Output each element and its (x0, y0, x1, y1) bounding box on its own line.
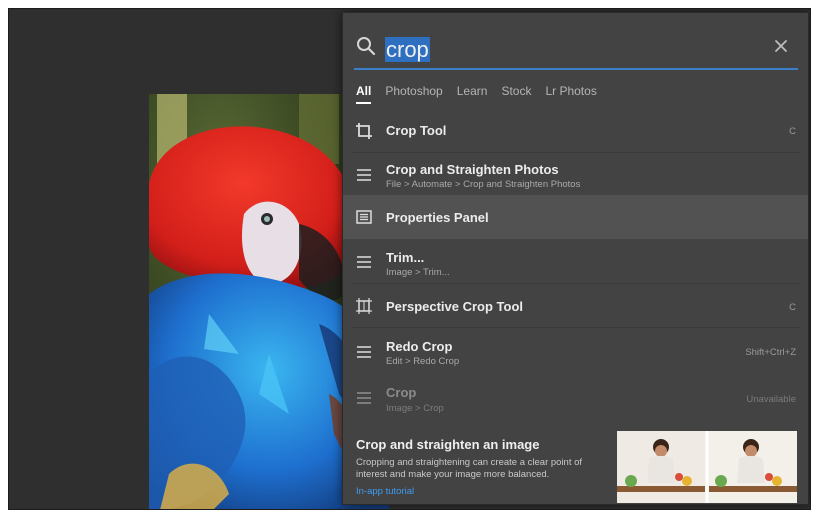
result-title: Trim... (386, 250, 425, 265)
photoshop-workspace: crop All Photoshop Learn Stock Lr Photos (8, 8, 811, 510)
search-bar: crop (343, 13, 808, 65)
menu-icon (355, 389, 373, 407)
search-input[interactable]: crop (384, 36, 431, 64)
result-shortcut: C (789, 302, 796, 313)
perspective-crop-icon (355, 297, 373, 315)
search-tabs: All Photoshop Learn Stock Lr Photos (356, 84, 611, 104)
result-perspective-crop-tool[interactable]: Perspective Crop Tool C (343, 284, 808, 328)
result-path: Image > Trim... (386, 267, 450, 278)
result-properties-panel[interactable]: Properties Panel (343, 195, 808, 239)
tab-photoshop[interactable]: Photoshop (385, 84, 442, 104)
tutorial-description: Cropping and straightening can create a … (356, 457, 583, 480)
result-title: Perspective Crop Tool (386, 299, 524, 314)
tab-lr-photos[interactable]: Lr Photos (545, 84, 596, 104)
result-title: Crop and Straighten Photos (386, 162, 559, 177)
tab-learn[interactable]: Learn (457, 84, 488, 104)
result-shortcut: Shift+Ctrl+Z (745, 347, 796, 358)
result-title: Redo Crop (386, 339, 453, 354)
tutorial-card[interactable]: Crop and straighten an image Cropping an… (343, 425, 808, 505)
menu-icon (355, 253, 373, 271)
panel-icon (355, 208, 373, 226)
search-icon (356, 36, 376, 61)
result-crop-tool[interactable]: Crop Tool C (343, 109, 808, 153)
result-path: File > Automate > Crop and Straighten Ph… (386, 179, 581, 190)
crop-icon (355, 122, 373, 140)
search-panel: crop All Photoshop Learn Stock Lr Photos (342, 12, 809, 505)
search-query-selection: crop (385, 37, 430, 62)
tutorial-thumbnail[interactable] (617, 431, 797, 503)
menu-icon (355, 343, 373, 361)
tutorial-link[interactable]: In-app tutorial (356, 486, 414, 497)
search-underline (354, 68, 798, 70)
result-redo-crop[interactable]: Redo Crop Edit > Redo Crop Shift+Ctrl+Z (343, 328, 808, 374)
result-shortcut: Unavailable (746, 394, 796, 405)
menu-icon (355, 166, 373, 184)
tab-all[interactable]: All (356, 84, 372, 104)
close-icon[interactable] (774, 39, 788, 58)
result-crop-and-straighten[interactable]: Crop and Straighten Photos File > Automa… (343, 153, 808, 195)
result-title: Crop Tool (386, 123, 447, 138)
tab-stock[interactable]: Stock (501, 84, 531, 104)
result-crop[interactable]: Crop Image > Crop Unavailable (343, 374, 808, 420)
result-title: Properties Panel (386, 210, 489, 225)
result-trim[interactable]: Trim... Image > Trim... (343, 239, 808, 284)
result-shortcut: C (789, 126, 796, 137)
result-path: Image > Crop (386, 403, 444, 414)
result-path: Edit > Redo Crop (386, 356, 460, 367)
result-title: Crop (386, 385, 417, 400)
tutorial-title: Crop and straighten an image (356, 437, 540, 452)
